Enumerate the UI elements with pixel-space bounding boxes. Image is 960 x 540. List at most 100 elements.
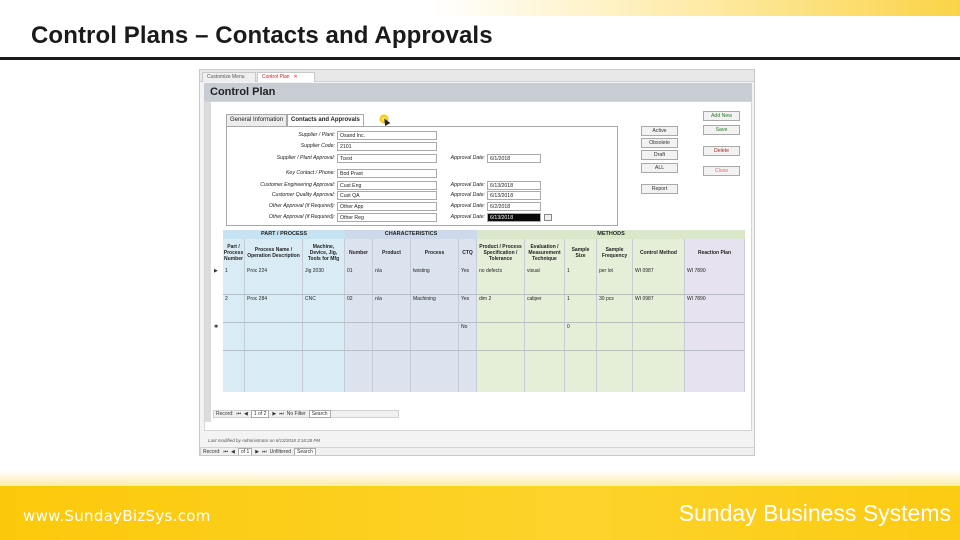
draft-button[interactable]: Draft xyxy=(641,150,678,160)
supplier-code-field[interactable]: 2101 xyxy=(337,142,437,151)
grid-cell[interactable]: 1 xyxy=(565,296,597,302)
grid-cell[interactable]: caliper xyxy=(525,296,565,302)
approval-date-field[interactable]: 6/13/2018 xyxy=(487,181,541,190)
search-box[interactable]: Search xyxy=(294,447,316,455)
grid-cell[interactable]: per lot xyxy=(597,268,633,274)
bottom-gradient xyxy=(0,470,960,486)
grid-cell[interactable]: 1 xyxy=(223,268,245,274)
grid-cell[interactable]: Yes xyxy=(459,296,477,302)
record-label: Record: xyxy=(203,448,221,455)
filter-indicator[interactable]: Unfiltered xyxy=(270,448,291,456)
website-url[interactable]: www.SundayBizSys.com xyxy=(23,507,211,525)
grid-cell[interactable]: WI 7890 xyxy=(685,296,745,302)
last-record-icon[interactable]: ⏭ xyxy=(279,410,284,418)
column-header: Reaction Plan xyxy=(685,239,745,266)
tab-control-plan[interactable]: Control Plan ✕ xyxy=(257,72,315,82)
title-divider xyxy=(0,57,960,60)
grid-cell[interactable]: 01 xyxy=(345,268,373,274)
grid-cell[interactable]: dim 2 xyxy=(477,296,525,302)
grid-cell[interactable]: WI 7890 xyxy=(685,268,745,274)
grid-cell[interactable]: 30 pcs xyxy=(597,296,633,302)
supplier-plant-approval-field[interactable]: Tcest xyxy=(337,154,437,163)
prev-record-icon[interactable]: ◀ xyxy=(244,410,248,418)
tab-general-information[interactable]: General Information xyxy=(226,114,288,126)
supplier-plant-field[interactable]: Osand Inc. xyxy=(337,131,437,140)
row-customer-quality: Customer Quality Approval: Cust QA Appro… xyxy=(227,191,619,200)
column-header: CTQ xyxy=(459,239,477,266)
record-position[interactable]: 1 of 2 xyxy=(250,410,270,418)
report-button[interactable]: Report xyxy=(641,184,678,194)
other-approval-field[interactable]: Other Reg xyxy=(337,213,437,222)
filter-indicator[interactable]: No Filter xyxy=(287,410,306,418)
control-plan-grid: PART / PROCESS CHARACTERISTICS METHODS P… xyxy=(213,230,745,412)
form-title: Control Plan xyxy=(204,83,752,101)
grid-cell[interactable]: WI 0987 xyxy=(633,296,685,302)
approval-date-field[interactable]: 6/13/2018 xyxy=(487,191,541,200)
tab-label: Control Plan xyxy=(262,74,290,80)
grid-cell[interactable]: No xyxy=(459,324,477,330)
active-button[interactable]: Active xyxy=(641,126,678,136)
customer-quality-label: Customer Quality Approval: xyxy=(271,192,335,198)
document-tab-bar: Customize Menu Control Plan ✕ xyxy=(200,70,754,82)
search-box[interactable]: Search xyxy=(308,410,331,418)
row-key-contact: Key Contact / Phone: Bod Prast xyxy=(227,169,619,178)
grid-cell[interactable]: 2 xyxy=(223,296,245,302)
delete-button[interactable]: Delete xyxy=(703,146,740,156)
grid-cell[interactable]: 1 xyxy=(565,268,597,274)
close-button[interactable]: Close xyxy=(703,166,740,176)
row-selector-icon[interactable]: ✱ xyxy=(214,324,218,330)
record-label: Record: xyxy=(216,411,234,417)
obsolete-button[interactable]: Obsolete xyxy=(641,138,678,148)
first-record-icon[interactable]: ⏮ xyxy=(237,410,242,418)
all-button[interactable]: ALL xyxy=(641,163,678,173)
grid-cell[interactable]: Yes xyxy=(459,268,477,274)
column-header: Part / Process Number xyxy=(223,239,245,266)
record-position[interactable]: of 1 xyxy=(237,447,253,455)
grid-column xyxy=(411,266,459,392)
contacts-approvals-page: Supplier / Plant: Osand Inc. Supplier Co… xyxy=(226,126,618,226)
approval-date-field[interactable]: 6/1/2018 xyxy=(487,154,541,163)
grid-cell[interactable]: CNC xyxy=(303,296,345,302)
customer-engineering-field[interactable]: Cust Eng xyxy=(337,181,437,190)
row-selector-icon[interactable]: ▶ xyxy=(214,268,218,274)
close-icon[interactable]: ✕ xyxy=(294,74,298,80)
supplier-code-label: Supplier Code: xyxy=(300,143,335,149)
grid-cell[interactable]: n/a xyxy=(373,268,411,274)
group-methods: METHODS xyxy=(477,230,745,239)
last-record-icon[interactable]: ⏭ xyxy=(262,448,267,456)
grid-cell[interactable]: Proc 284 xyxy=(245,296,303,302)
last-modified-note: Last modified by Administrator on 6/13/2… xyxy=(208,438,321,443)
group-part-process: PART / PROCESS xyxy=(223,230,345,239)
add-new-button[interactable]: Add New xyxy=(703,111,740,121)
grid-cell[interactable]: visual xyxy=(525,268,565,274)
grid-cell[interactable]: twisting xyxy=(411,268,459,274)
prev-record-icon[interactable]: ◀ xyxy=(231,448,235,456)
grid-cell[interactable]: n/a xyxy=(373,296,411,302)
key-contact-field[interactable]: Bod Prast xyxy=(337,169,437,178)
next-record-icon[interactable]: ▶ xyxy=(272,410,276,418)
approval-date-field[interactable]: 6/2/2018 xyxy=(487,202,541,211)
row-supplier-plant-approval: Supplier / Plant Approval: Tcest Approva… xyxy=(227,154,619,163)
record-selector[interactable] xyxy=(205,102,211,422)
approval-date-field-selected[interactable]: 6/13/2018 xyxy=(487,213,541,222)
tab-contacts-and-approvals[interactable]: Contacts and Approvals xyxy=(287,114,364,126)
calendar-icon[interactable] xyxy=(544,214,552,221)
grid-cell[interactable]: WI 0987 xyxy=(633,268,685,274)
row-supplier-code: Supplier Code: 2101 xyxy=(227,142,619,151)
grid-cell[interactable]: Machining xyxy=(411,296,459,302)
other-approval-field[interactable]: Other App xyxy=(337,202,437,211)
first-record-icon[interactable]: ⏮ xyxy=(224,448,229,456)
save-button[interactable]: Save xyxy=(703,125,740,135)
column-header: Sample Frequency xyxy=(597,239,633,266)
grid-cell[interactable]: 02 xyxy=(345,296,373,302)
customer-quality-field[interactable]: Cust QA xyxy=(337,191,437,200)
grid-cell[interactable]: 0 xyxy=(565,324,597,330)
grid-cell[interactable]: Jig 2030 xyxy=(303,268,345,274)
next-record-icon[interactable]: ▶ xyxy=(255,448,259,456)
tab-customize-menu[interactable]: Customize Menu xyxy=(202,72,256,82)
grid-cell[interactable]: Proc 224 xyxy=(245,268,303,274)
grid-column xyxy=(245,266,303,392)
subform-record-navigator: Record: ⏮ ◀ 1 of 2 ▶ ⏭ No Filter Search xyxy=(213,410,399,418)
row-other-approval-2: Other Approval (if Required): Other Reg … xyxy=(227,213,619,222)
grid-cell[interactable]: no defects xyxy=(477,268,525,274)
